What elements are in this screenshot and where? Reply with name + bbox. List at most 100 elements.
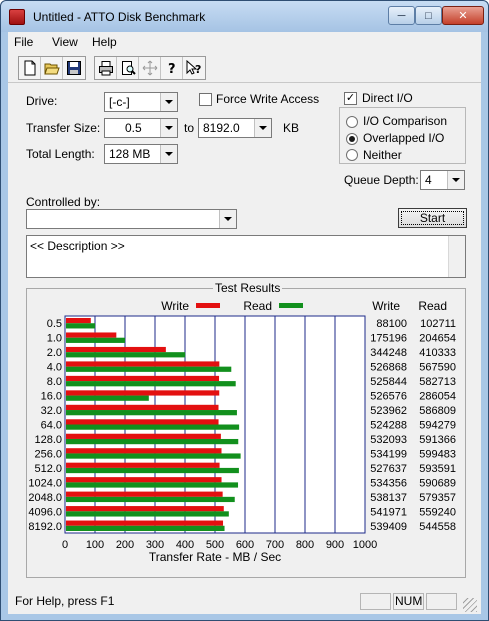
save-button[interactable] bbox=[63, 57, 85, 79]
write-bar bbox=[66, 506, 224, 512]
write-value: 526868 bbox=[370, 362, 407, 374]
category-label: 1024.0 bbox=[28, 477, 62, 489]
resize-grip-icon[interactable] bbox=[463, 598, 477, 612]
menu-help[interactable]: Help bbox=[92, 35, 117, 49]
x-tick-label: 100 bbox=[86, 539, 104, 551]
write-bar bbox=[66, 318, 91, 324]
save-icon bbox=[67, 61, 81, 75]
chevron-down-icon[interactable] bbox=[160, 119, 177, 137]
svg-text:?: ? bbox=[195, 63, 201, 76]
io-mode-group: I/O Comparison Overlapped I/O Neither bbox=[339, 107, 466, 164]
queue-depth-select[interactable]: 4 bbox=[420, 170, 465, 190]
read-bar bbox=[66, 438, 239, 445]
write-bar bbox=[66, 332, 117, 338]
category-label: 4.0 bbox=[47, 362, 62, 374]
chevron-down-icon[interactable] bbox=[160, 93, 177, 111]
category-label: 128.0 bbox=[34, 434, 62, 446]
write-value: 534356 bbox=[370, 477, 407, 489]
write-value: 524288 bbox=[370, 420, 407, 432]
overlapped-io-label: Overlapped I/O bbox=[363, 131, 445, 145]
write-value: 541971 bbox=[370, 506, 407, 518]
write-value: 538137 bbox=[370, 492, 407, 504]
controlled-by-select[interactable] bbox=[26, 209, 237, 229]
context-help-button[interactable]: ? bbox=[183, 57, 205, 79]
read-bar bbox=[66, 337, 125, 343]
chevron-down-icon[interactable] bbox=[254, 119, 271, 137]
read-bar bbox=[66, 496, 235, 503]
read-value: 593591 bbox=[419, 463, 456, 475]
open-button[interactable] bbox=[41, 57, 63, 79]
drive-label: Drive: bbox=[26, 94, 58, 108]
category-label: 8192.0 bbox=[28, 521, 62, 533]
write-bar bbox=[66, 375, 220, 382]
maximize-button[interactable]: □ bbox=[415, 6, 442, 25]
status-panel-scroll bbox=[426, 593, 457, 610]
total-length-label: Total Length: bbox=[26, 147, 95, 161]
close-icon: ✕ bbox=[458, 10, 468, 22]
read-bar bbox=[66, 525, 225, 531]
transfer-rate-chart: 0 100 200 300 400 500 600 700 800 900 1000Transfer… bbox=[28, 299, 456, 564]
read-bar bbox=[66, 511, 229, 517]
transfer-size-from-select[interactable]: 0.5 bbox=[104, 118, 178, 138]
open-folder-icon bbox=[43, 63, 60, 75]
x-axis-label: Transfer Rate - MB / Sec bbox=[149, 550, 281, 564]
read-bar bbox=[66, 482, 239, 488]
print-toolbar-group: ? ? bbox=[94, 56, 206, 80]
read-value: 544558 bbox=[419, 521, 456, 533]
file-toolbar-group bbox=[18, 56, 86, 80]
category-label: 512.0 bbox=[34, 463, 62, 475]
chevron-down-icon[interactable] bbox=[160, 145, 177, 163]
write-column-header: Write bbox=[372, 299, 400, 313]
status-help-text: For Help, press F1 bbox=[15, 594, 115, 608]
write-bar bbox=[66, 404, 219, 411]
new-button[interactable] bbox=[19, 57, 41, 79]
print-preview-button[interactable] bbox=[117, 57, 139, 79]
status-panel-caps bbox=[360, 593, 391, 610]
write-bar bbox=[66, 448, 222, 454]
about-button[interactable]: ? bbox=[161, 57, 183, 79]
title-bar[interactable]: Untitled - ATTO Disk Benchmark ─ □ ✕ bbox=[1, 1, 488, 32]
neither-label: Neither bbox=[363, 148, 402, 162]
legend-read-label: Read bbox=[243, 299, 272, 313]
total-length-select[interactable]: 128 MB bbox=[104, 144, 178, 164]
write-bar bbox=[66, 390, 220, 396]
write-value: 527637 bbox=[370, 463, 407, 475]
drive-select[interactable]: [-c-] bbox=[104, 92, 178, 112]
write-bar bbox=[66, 361, 220, 367]
read-value: 594279 bbox=[419, 420, 456, 432]
chevron-down-icon[interactable] bbox=[219, 210, 236, 228]
direct-io-checkbox[interactable]: ✓ bbox=[344, 92, 357, 105]
queue-depth-label: Queue Depth: bbox=[344, 173, 419, 187]
force-write-checkbox[interactable] bbox=[199, 93, 212, 106]
description-textarea[interactable]: << Description >> bbox=[26, 235, 466, 278]
context-help-icon: ? bbox=[186, 60, 201, 76]
overlapped-io-radio[interactable] bbox=[346, 133, 358, 145]
legend-read-swatch bbox=[279, 303, 303, 308]
read-column-header: Read bbox=[418, 299, 447, 313]
x-tick-label: 0 bbox=[62, 539, 68, 551]
app-window: Untitled - ATTO Disk Benchmark ─ □ ✕ Fil… bbox=[0, 0, 489, 621]
x-tick-label: 800 bbox=[296, 539, 314, 551]
menu-file[interactable]: File bbox=[14, 35, 33, 49]
write-value: 525844 bbox=[370, 376, 407, 388]
chevron-down-icon[interactable] bbox=[447, 171, 464, 189]
print-button[interactable] bbox=[95, 57, 117, 79]
start-button[interactable]: Start bbox=[398, 208, 467, 228]
description-scrollbar[interactable] bbox=[448, 236, 465, 277]
minimize-button[interactable]: ─ bbox=[388, 6, 415, 25]
category-label: 0.5 bbox=[47, 318, 62, 330]
read-bar bbox=[66, 366, 232, 372]
write-bar bbox=[66, 491, 223, 497]
menu-view[interactable]: View bbox=[52, 35, 78, 49]
read-bar bbox=[66, 352, 186, 358]
transfer-size-to-select[interactable]: 8192.0 bbox=[198, 118, 272, 138]
main-panel: Drive: [-c-] Force Write Access Transfer… bbox=[8, 83, 481, 590]
window-title: Untitled - ATTO Disk Benchmark bbox=[33, 10, 206, 24]
move-button[interactable] bbox=[139, 57, 161, 79]
neither-radio[interactable] bbox=[346, 149, 358, 161]
category-label: 256.0 bbox=[34, 448, 62, 460]
read-value: 591366 bbox=[419, 434, 456, 446]
io-comparison-radio[interactable] bbox=[346, 116, 358, 128]
category-label: 2.0 bbox=[47, 347, 62, 359]
close-button[interactable]: ✕ bbox=[442, 6, 484, 25]
